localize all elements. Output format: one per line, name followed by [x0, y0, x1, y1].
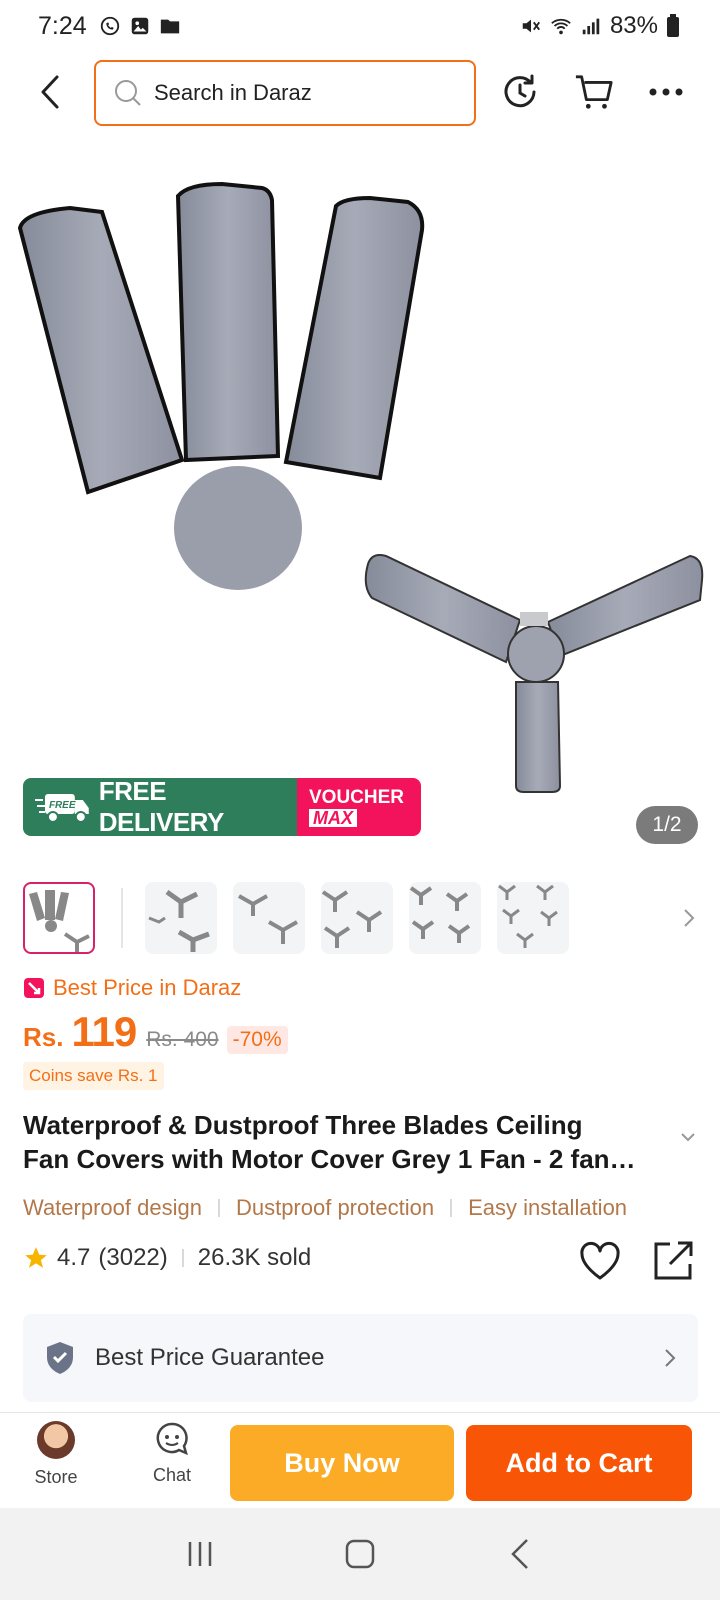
- wifi-icon: [551, 18, 571, 35]
- original-price: Rs. 400: [146, 1028, 219, 1051]
- cart-button[interactable]: [574, 72, 614, 112]
- cart-icon: [575, 75, 613, 109]
- feature-item: Dustproof protection: [235, 1195, 435, 1220]
- battery-icon: [667, 14, 679, 37]
- wishlist-button[interactable]: [578, 1240, 622, 1282]
- free-badge-text: FREE: [49, 800, 76, 811]
- voucher-label: VOUCHER: [309, 786, 405, 808]
- free-delivery-label: FREE DELIVERY: [98, 778, 225, 836]
- search-placeholder: Search in Daraz: [154, 80, 312, 105]
- history-button[interactable]: [500, 72, 540, 112]
- search-icon: [115, 80, 141, 106]
- back-arrow-icon: [511, 1539, 528, 1569]
- free-delivery-section: FREE FREE DELIVERY: [23, 778, 297, 836]
- rating-row[interactable]: 4.7 (3022) 26.3K sold: [23, 1244, 311, 1272]
- delivery-truck-icon: FREE: [35, 794, 89, 823]
- share-button[interactable]: [652, 1240, 694, 1282]
- discount-badge: -70%: [226, 1026, 288, 1054]
- voucher-max-section: VOUCHER MAX: [297, 778, 421, 836]
- rating-divider: [181, 1249, 184, 1267]
- image-page-indicator: 1/2: [636, 806, 698, 844]
- home-button[interactable]: [338, 1532, 382, 1576]
- chat-label: Chat: [152, 1465, 192, 1485]
- thumbnail-1[interactable]: [23, 882, 95, 954]
- chevron-left-icon: [41, 75, 59, 109]
- signal-icon: [582, 18, 600, 35]
- price-tag-icon: [24, 978, 44, 998]
- current-price: 119: [71, 1008, 137, 1055]
- shield-check-icon: [47, 1342, 73, 1374]
- product-title-line-1: Waterproof & Dustproof Three Blades Ceil…: [23, 1110, 583, 1140]
- price-row: Rs. 119 Rs. 400 -70%: [23, 1008, 288, 1056]
- system-back-button[interactable]: [498, 1532, 542, 1576]
- status-right: 83%: [520, 12, 680, 40]
- coins-save-badge: Coins save Rs. 1: [23, 1062, 164, 1090]
- search-input[interactable]: Search in Daraz: [94, 60, 476, 126]
- voucher-max-label: MAX: [309, 808, 357, 827]
- free-delivery-banner: FREE FREE DELIVERY VOUCHER MAX: [23, 778, 421, 836]
- recent-apps-button[interactable]: [178, 1532, 222, 1576]
- more-icon: [649, 88, 683, 96]
- thumbnail-3[interactable]: [233, 882, 305, 954]
- store-button[interactable]: Store: [24, 1421, 88, 1501]
- folder-icon: [160, 19, 179, 34]
- chevron-right-icon: [665, 1349, 676, 1367]
- thumbnail-image: [238, 894, 298, 944]
- chevron-down-icon[interactable]: [678, 1130, 698, 1144]
- thumbnail-2[interactable]: [145, 882, 217, 954]
- best-price-tag: Best Price in Daraz: [23, 975, 241, 1001]
- rating-value: 4.7: [57, 1244, 91, 1271]
- status-left: 7:24: [38, 12, 181, 41]
- add-to-cart-button[interactable]: Add to Cart: [466, 1425, 692, 1501]
- gallery-icon: [131, 17, 148, 35]
- thumbnail-5[interactable]: [409, 882, 481, 954]
- system-navigation-bar: [0, 1508, 720, 1600]
- chevron-right-icon[interactable]: [679, 902, 699, 934]
- chat-icon: [156, 1422, 188, 1456]
- status-time: 7:24: [38, 11, 87, 40]
- feature-item: Easy installation: [468, 1195, 628, 1220]
- store-label: Store: [34, 1467, 78, 1487]
- buy-now-button[interactable]: Buy Now: [230, 1425, 454, 1501]
- thumbnail-4[interactable]: [321, 882, 393, 954]
- home-icon: [345, 1539, 375, 1569]
- recent-apps-icon: [188, 1542, 212, 1566]
- star-icon: [25, 1247, 47, 1268]
- whatsapp-icon: [100, 16, 119, 36]
- thumbnail-strip: [23, 882, 703, 956]
- product-image-gallery[interactable]: [0, 150, 720, 850]
- feature-divider: [450, 1199, 453, 1217]
- thumbnail-image: [148, 889, 210, 952]
- product-title-line-2: Fan Covers with Motor Cover Grey 1 Fan -…: [23, 1144, 636, 1174]
- battery-percent: 83%: [609, 12, 658, 39]
- best-price-label: Best Price in Daraz: [53, 975, 242, 1000]
- sold-count: 26.3K sold: [197, 1244, 312, 1271]
- mute-icon: [522, 19, 540, 33]
- thumbnail-image: [29, 890, 90, 952]
- review-count: (3022): [98, 1244, 168, 1271]
- top-bar: Search in Daraz: [0, 58, 720, 128]
- back-button[interactable]: [30, 70, 70, 114]
- guarantee-label: Best Price Guarantee: [95, 1344, 325, 1371]
- refresh-icon: [504, 74, 536, 108]
- share-icon: [654, 1241, 693, 1280]
- feature-divider: [217, 1199, 220, 1217]
- thumbnail-image: [409, 886, 471, 943]
- thumbnail-6[interactable]: [497, 882, 569, 954]
- product-title[interactable]: Waterproof & Dustproof Three Blades Ceil…: [23, 1108, 663, 1176]
- status-bar: 7:24 83%: [0, 0, 720, 52]
- bottom-action-bar: Store Chat Buy Now Add to Cart: [0, 1412, 720, 1508]
- best-price-guarantee[interactable]: Best Price Guarantee: [23, 1314, 698, 1402]
- thumbnail-image: [321, 890, 383, 948]
- heart-icon: [580, 1241, 620, 1280]
- chat-button[interactable]: Chat: [140, 1421, 204, 1501]
- price-currency: Rs.: [23, 1022, 64, 1052]
- thumbnail-divider: [121, 888, 123, 948]
- store-avatar: [37, 1421, 75, 1459]
- thumbnail-image: [498, 884, 558, 948]
- feature-highlights: Waterproof design Dustproof protection E…: [23, 1192, 720, 1224]
- feature-item: Waterproof design: [23, 1195, 202, 1220]
- product-image: [17, 181, 704, 793]
- more-button[interactable]: [646, 72, 686, 112]
